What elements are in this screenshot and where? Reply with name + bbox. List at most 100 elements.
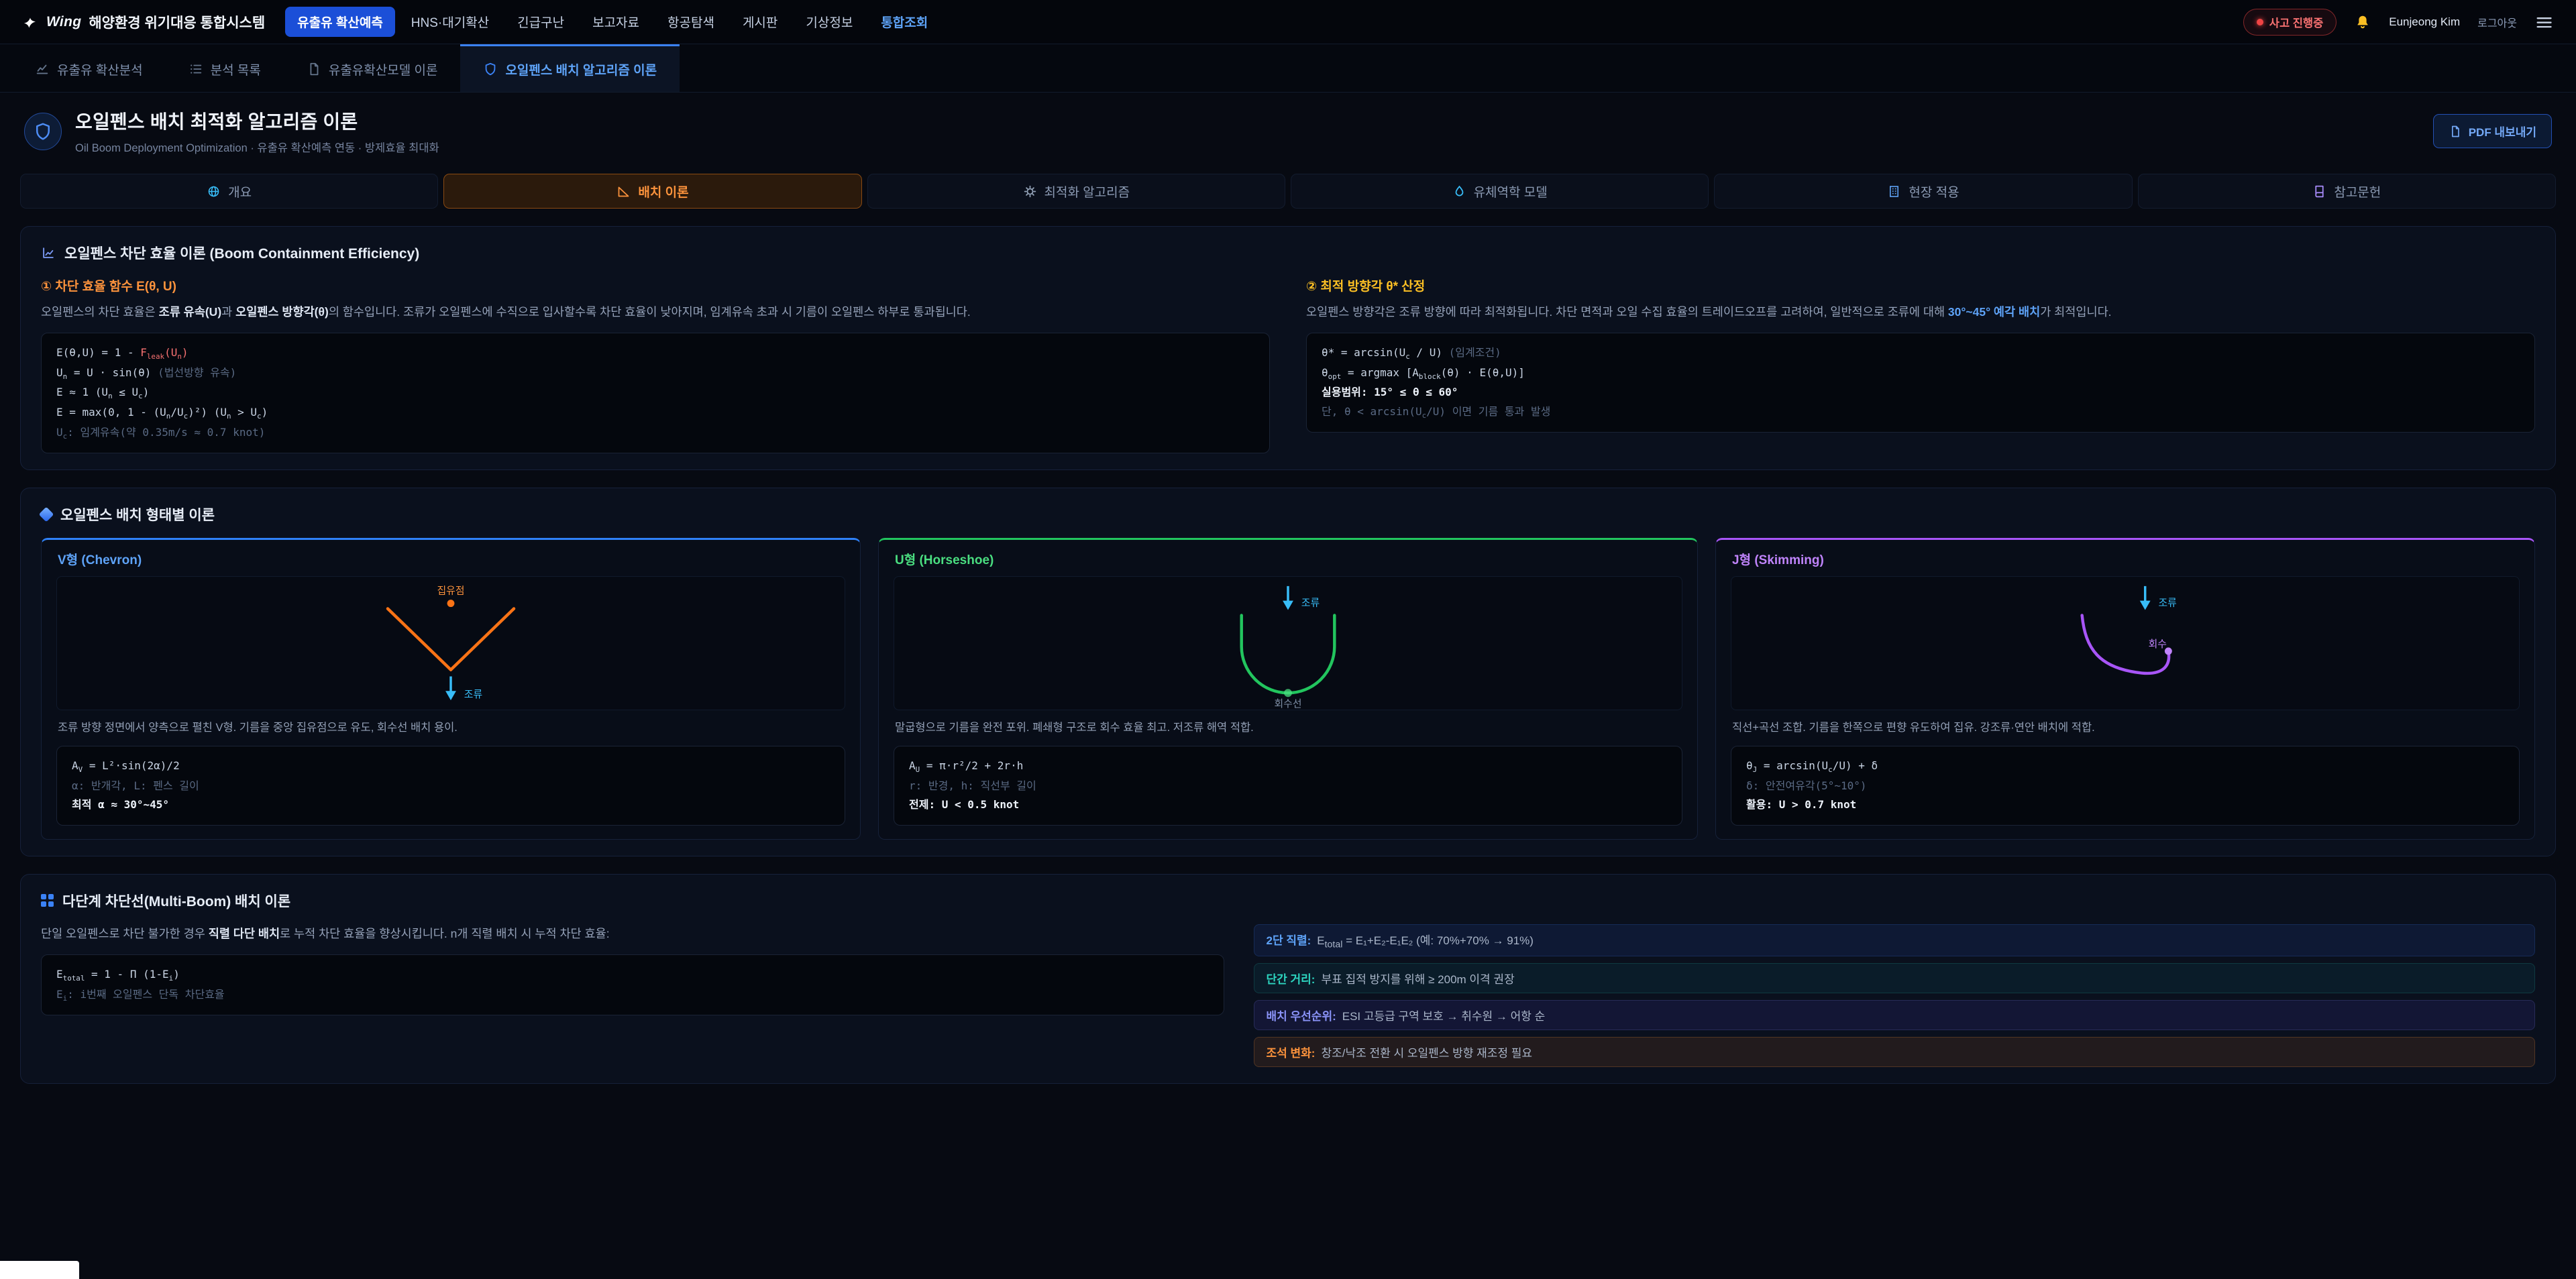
- tab-diffusion-model-theory[interactable]: 유출유확산모델 이론: [284, 44, 461, 92]
- page-title: 오일펜스 배치 최적화 알고리즘 이론: [75, 107, 439, 134]
- formula-line: 최적 α ≈ 30°~45°: [72, 795, 830, 814]
- nav-emergency-rescue[interactable]: 긴급구난: [505, 7, 576, 37]
- formula-line: E ≈ 1 (Un ≤ Uc): [56, 383, 1254, 403]
- shapes-panel-title: 오일펜스 배치 형태별 이론: [60, 504, 215, 524]
- section-tab-overview[interactable]: 개요: [20, 174, 438, 209]
- topbar-right: 사고 진행중 Eunjeong Kim 로그아웃: [2243, 9, 2553, 36]
- note-label: 단간 거리:: [1267, 970, 1316, 987]
- section-tab-field-application[interactable]: 현장 적용: [1714, 174, 2132, 209]
- formula-line: α: 반개각, L: 펜스 길이: [72, 777, 830, 795]
- multiboom-notes: 2단 직렬: Etotal = E₁+E₂-E₁E₂ (예: 70%+70% →…: [1254, 924, 2535, 1067]
- formula-line: Ei: i번째 오일펜스 단독 차단효율: [56, 985, 1209, 1005]
- section-tab-label: 개요: [228, 182, 252, 201]
- section-tab-label: 최적화 알고리즘: [1044, 182, 1130, 201]
- building-icon: [1887, 184, 1901, 199]
- formula-line: AU = π·r²/2 + 2r·h: [909, 757, 1667, 777]
- efficiency-function-body: 오일펜스의 차단 효율은 조류 유속(U)과 오일펜스 방향각(θ)의 함수입니…: [41, 302, 1270, 322]
- recovery-vessel-label: 회수선: [1275, 698, 1302, 710]
- multiboom-note-priority: 배치 우선순위: ESI 고등급 구역 보호 → 취수원 → 어항 순: [1254, 1000, 2535, 1030]
- user-name: Eunjeong Kim: [2389, 15, 2460, 29]
- horseshoe-boom-line: [1242, 615, 1335, 693]
- efficiency-function-formula: E(θ,U) = 1 - Fleak(Un) Un = U · sin(θ) (…: [41, 333, 1270, 453]
- note-text: 부표 집적 방지를 위해 ≥ 200m 이격 권장: [1321, 970, 1514, 987]
- section-tab-references[interactable]: 참고문헌: [2138, 174, 2556, 209]
- current-arrowhead: [445, 691, 456, 700]
- collect-point-label: 집유점: [437, 586, 465, 597]
- boom-efficiency-panel: 오일펜스 차단 효율 이론 (Boom Containment Efficien…: [20, 226, 2556, 470]
- page-title-block: 오일펜스 배치 최적화 알고리즘 이론 Oil Boom Deployment …: [75, 107, 439, 155]
- topbar: Wing 해양환경 위기대응 통합시스템 유출유 확산예측 HNS·대기확산 긴…: [0, 0, 2576, 44]
- pdf-icon: [2449, 125, 2462, 138]
- horseshoe-description: 말굽형으로 기름을 완전 포위. 폐쇄형 구조로 회수 효율 최고. 저조류 해…: [894, 710, 1682, 746]
- current-label: 조류: [2159, 598, 2177, 609]
- current-label: 조류: [464, 689, 482, 700]
- optimal-angle-formula: θ* = arcsin(Uc / U) (임계조건) θopt = argmax…: [1306, 333, 2535, 433]
- formula-line: δ: 안전여유각(5°~10°): [1746, 777, 2504, 795]
- diamond-icon: [39, 507, 54, 522]
- nav-weather-info[interactable]: 기상정보: [794, 7, 865, 37]
- multiboom-formula: Etotal = 1 - Π (1-Ei) Ei: i번째 오일펜스 단독 차단…: [41, 954, 1224, 1015]
- section-tabs: 개요 배치 이론 최적화 알고리즘 유체역학 모델 현장 적용 참고문헌: [20, 174, 2556, 209]
- current-label: 조류: [1301, 598, 1320, 609]
- shield-icon: [483, 62, 498, 76]
- wing-logo-icon: [23, 14, 39, 30]
- section-tab-hydrodynamics-model[interactable]: 유체역학 모델: [1291, 174, 1709, 209]
- horseshoe-card: U형 (Horseshoe) 조류 회수선 말굽형으로 기름을 완전 포위. 폐…: [878, 538, 1698, 840]
- chevron-formula: AV = L²·sin(2α)/2 α: 반개각, L: 펜스 길이 최적 α …: [56, 746, 845, 825]
- formula-line: θopt = argmax [Ablock(θ) · E(θ,U)]: [1322, 364, 2520, 384]
- pdf-export-button[interactable]: PDF 내보내기: [2433, 114, 2552, 148]
- incident-dot-icon: [2257, 19, 2263, 25]
- nav-oil-spill-prediction[interactable]: 유출유 확산예측: [285, 7, 395, 37]
- chart-icon: [35, 62, 50, 76]
- note-text: 창조/낙조 전환 시 오일펜스 방향 재조정 필요: [1321, 1044, 1532, 1060]
- section-tab-label: 참고문헌: [2334, 182, 2381, 201]
- nav-aerial-search[interactable]: 항공탐색: [655, 7, 727, 37]
- section-tab-optimization-algorithm[interactable]: 최적화 알고리즘: [867, 174, 1285, 209]
- efficiency-function-heading: ① 차단 효율 함수 E(θ, U): [41, 276, 1270, 294]
- formula-line: Etotal = 1 - Π (1-Ei): [56, 965, 1209, 985]
- tab-analysis-list[interactable]: 분석 목록: [166, 44, 284, 92]
- shapes-panel-header: 오일펜스 배치 형태별 이론: [41, 504, 2535, 524]
- skimming-card-title: J형 (Skimming): [1731, 540, 2520, 576]
- notification-bell-icon[interactable]: [2354, 13, 2371, 31]
- main-nav: 유출유 확산예측 HNS·대기확산 긴급구난 보고자료 항공탐색 게시판 기상정…: [285, 7, 940, 37]
- app-title: 해양환경 위기대응 통합시스템: [89, 12, 265, 32]
- gear-icon: [1023, 184, 1037, 199]
- droplet-icon: [1452, 184, 1466, 199]
- logout-button[interactable]: 로그아웃: [2477, 14, 2517, 30]
- formula-line: 실용범위: 15° ≤ θ ≤ 60°: [1322, 383, 2520, 402]
- incident-status-badge[interactable]: 사고 진행중: [2243, 9, 2337, 36]
- horseshoe-card-title: U형 (Horseshoe): [894, 540, 1682, 576]
- hamburger-menu-icon[interactable]: [2534, 13, 2553, 32]
- section-tab-deployment-theory[interactable]: 배치 이론: [443, 174, 861, 209]
- formula-line: E(θ,U) = 1 - Fleak(Un): [56, 343, 1254, 364]
- pdf-button-label: PDF 내보내기: [2469, 123, 2536, 140]
- globe-icon: [207, 184, 221, 199]
- formula-line: r: 반경, h: 직선부 길이: [909, 777, 1667, 795]
- multiboom-columns: 단일 오일펜스로 차단 불가한 경우 직렬 다단 배치로 누적 차단 효율을 향…: [41, 924, 2535, 1067]
- skimming-formula: θJ = arcsin(Uc/U) + δ δ: 안전여유각(5°~10°) 활…: [1731, 746, 2520, 825]
- formula-line: 활용: U > 0.7 knot: [1746, 795, 2504, 814]
- section-tab-label: 배치 이론: [638, 182, 688, 201]
- multiboom-intro: 단일 오일펜스로 차단 불가한 경우 직렬 다단 배치로 누적 차단 효율을 향…: [41, 924, 1224, 944]
- nav-hns-air-diffusion[interactable]: HNS·대기확산: [399, 7, 501, 37]
- incident-badge-label: 사고 진행중: [2269, 14, 2323, 30]
- multiboom-left-column: 단일 오일펜스로 차단 불가한 경우 직렬 다단 배치로 누적 차단 효율을 향…: [41, 924, 1224, 1015]
- tab-oil-diffusion-analysis[interactable]: 유출유 확산분석: [12, 44, 166, 92]
- multiboom-panel: 다단계 차단선(Multi-Boom) 배치 이론 단일 오일펜스로 차단 불가…: [20, 874, 2556, 1084]
- nav-integrated-search[interactable]: 통합조회: [869, 7, 940, 37]
- browser-status-box: [0, 1261, 79, 1279]
- formula-line: 전제: U < 0.5 knot: [909, 795, 1667, 814]
- efficiency-right-column: ② 최적 방향각 θ* 산정 오일펜스 방향각은 조류 방향에 따라 최적화됩니…: [1306, 276, 2535, 453]
- nav-reports[interactable]: 보고자료: [580, 7, 651, 37]
- chevron-boom-line: [388, 609, 514, 670]
- tab-boom-algorithm-theory[interactable]: 오일펜스 배치 알고리즘 이론: [460, 44, 680, 92]
- book-icon: [2312, 184, 2326, 199]
- list-icon: [189, 62, 203, 76]
- chevron-diagram: 집유점 조류: [56, 576, 845, 710]
- recovery-point-label: 회수: [2149, 638, 2167, 650]
- app-logo: Wing 해양환경 위기대응 통합시스템: [23, 12, 265, 32]
- formula-line: AV = L²·sin(2α)/2: [72, 757, 830, 777]
- nav-board[interactable]: 게시판: [731, 7, 790, 37]
- collect-point-dot: [447, 600, 455, 607]
